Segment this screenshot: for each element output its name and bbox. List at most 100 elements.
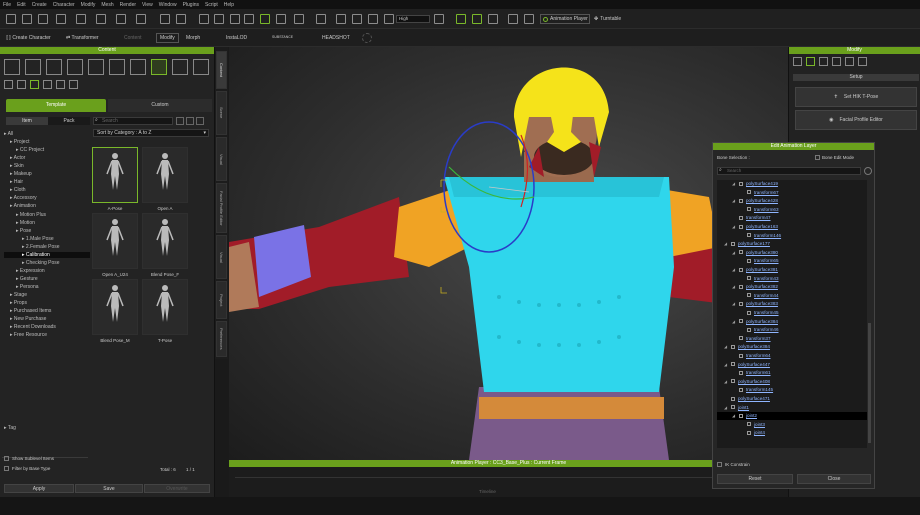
tree-item[interactable]: ▸ Tag (4, 425, 16, 431)
bone-name-link[interactable]: joint1 (738, 405, 749, 410)
side-tab-visual[interactable]: Visual (216, 137, 227, 181)
bone-name-link[interactable]: transform65 (754, 258, 779, 263)
bone-tree-row[interactable]: transform61 (717, 369, 867, 377)
collapse-arrow-icon[interactable]: ◢ (732, 198, 735, 203)
bone-name-link[interactable]: polySurface382 (746, 284, 778, 289)
morph-button[interactable]: Morph (186, 35, 200, 41)
settings-icon[interactable] (362, 33, 372, 43)
bone-name-link[interactable]: polySurface177 (738, 241, 770, 246)
bone-name-link[interactable]: polySurface471 (738, 396, 770, 401)
bone-tree-row[interactable]: transform145 (717, 386, 867, 394)
lips-icon[interactable] (69, 80, 78, 89)
actor-category-icon[interactable] (25, 59, 41, 75)
bone-tree-row[interactable]: ◢ polySurface428 (717, 197, 867, 205)
bone-checkbox-icon[interactable] (739, 301, 743, 306)
pose-icon[interactable] (488, 14, 498, 24)
bone-checkbox-icon[interactable] (739, 198, 743, 203)
bone-tree-row[interactable]: transform146 (717, 232, 867, 240)
menu-item[interactable]: Modify (81, 2, 96, 8)
bone-name-link[interactable]: polySurface384 (746, 319, 778, 324)
bone-name-link[interactable]: polySurface163 (746, 224, 778, 229)
search-input[interactable]: Search (93, 117, 173, 125)
bone-tree-row[interactable]: transform44 (717, 292, 867, 300)
setup-section-header[interactable]: Setup (793, 74, 919, 81)
bone-name-link[interactable]: transform61 (746, 370, 771, 375)
bone-tree-row[interactable]: polySurface471 (717, 395, 867, 403)
transformer-button[interactable]: ⇄ Transformer (66, 35, 99, 41)
bone-checkbox-icon[interactable] (731, 344, 735, 349)
bone-name-link[interactable]: joint2 (746, 413, 757, 418)
tree-item[interactable]: ▸ Accessory (10, 195, 37, 201)
bone-tree-row[interactable]: transform63 (717, 206, 867, 214)
bone-checkbox-icon[interactable] (731, 379, 735, 384)
bone-tree-row[interactable]: ◢ polySurface177 (717, 240, 867, 248)
tree-item[interactable]: ▸ Expression (16, 268, 45, 274)
character-gizmo-icon[interactable] (472, 14, 482, 24)
bone-checkbox-icon[interactable] (747, 327, 751, 332)
frame-icon[interactable] (336, 14, 346, 24)
hand-icon[interactable] (43, 80, 52, 89)
menu-item[interactable]: View (142, 2, 153, 8)
tree-item[interactable]: ▸ Pose (16, 228, 31, 234)
refresh-icon[interactable] (176, 117, 184, 125)
turntable-button[interactable]: ✤ Turntable (594, 14, 634, 24)
menu-item[interactable]: Render (120, 2, 136, 8)
bone-checkbox-icon[interactable] (747, 293, 751, 298)
cloth-category-icon[interactable] (88, 59, 104, 75)
accessory-category-icon[interactable] (109, 59, 125, 75)
bone-name-link[interactable]: transform44 (754, 293, 779, 298)
tree-item[interactable]: ▸ Skin (10, 163, 24, 169)
export-fbx-icon[interactable] (116, 14, 126, 24)
project-category-icon[interactable] (4, 59, 20, 75)
collapse-arrow-icon[interactable]: ◢ (724, 241, 727, 246)
bone-name-link[interactable]: transform63 (754, 207, 779, 212)
bone-tree-row[interactable]: ◢ polySurface447 (717, 361, 867, 369)
tree-item[interactable]: ▸ Persona (16, 284, 39, 290)
bone-tree-row[interactable]: transform46 (717, 326, 867, 334)
instalod-button[interactable]: InstaLOD (226, 35, 247, 41)
bone-name-link[interactable]: transform145 (746, 387, 773, 392)
side-tab-facial[interactable]: Facial Profile Editor (216, 183, 227, 233)
show-sublevel-checkbox[interactable]: Show Sublevel Items (4, 456, 54, 461)
bone-name-link[interactable]: polySurface408 (738, 379, 770, 384)
bone-tree-row[interactable]: ◢ polySurface384 (717, 318, 867, 326)
bone-tree-row[interactable]: transform37 (717, 335, 867, 343)
face-icon[interactable] (56, 80, 65, 89)
bone-tree-row[interactable]: transform47 (717, 214, 867, 222)
camera-icon[interactable] (136, 14, 146, 24)
tree-item[interactable]: ▸ Gesture (16, 276, 38, 282)
bone-checkbox-icon[interactable] (731, 405, 735, 410)
bone-search-input[interactable]: Search (717, 167, 861, 175)
bone-name-link[interactable]: polySurface381 (746, 267, 778, 272)
bone-checkbox-icon[interactable] (747, 422, 751, 427)
grid-icon[interactable] (368, 14, 378, 24)
bone-checkbox-icon[interactable] (731, 396, 735, 401)
tree-item[interactable]: ▸ Calibration (4, 251, 90, 258)
3d-viewport[interactable] (229, 47, 788, 460)
bone-tree-row[interactable]: ◢ polySurface384 (717, 343, 867, 351)
export-icon[interactable] (76, 14, 86, 24)
bone-checkbox-icon[interactable] (747, 207, 751, 212)
tree-item[interactable]: ▸ Recent Downloads (10, 324, 56, 330)
pose-thumbnail[interactable]: Open A_U24 (92, 213, 138, 277)
bone-edit-mode-checkbox[interactable]: Bone Edit Mode (815, 155, 854, 160)
timeline-track[interactable] (235, 477, 780, 478)
side-tab-project[interactable]: Project (216, 281, 227, 319)
menu-item[interactable]: Character (53, 2, 75, 8)
local-axis-icon[interactable] (294, 14, 304, 24)
open-folder-icon[interactable] (22, 14, 32, 24)
pose-thumbnail[interactable]: T-Pose (142, 279, 188, 343)
save-button[interactable]: Save (75, 484, 143, 493)
bone-name-link[interactable]: polySurface383 (746, 301, 778, 306)
zoom-icon[interactable] (352, 14, 362, 24)
bone-tree-row[interactable]: transform67 (717, 189, 867, 197)
tree-item[interactable]: ▸ Cloth (10, 187, 26, 193)
tree-item[interactable]: ▸ All (4, 131, 13, 137)
tree-item[interactable]: ▸ Project (10, 139, 29, 145)
collapse-arrow-icon[interactable]: ◢ (732, 267, 735, 272)
tree-item[interactable]: ▸ Animation (10, 203, 36, 209)
overwrite-button[interactable]: Overwrite (144, 484, 210, 493)
bone-checkbox-icon[interactable] (739, 250, 743, 255)
create-character-button[interactable]: ⟦⟧ Create Character (6, 35, 51, 41)
bone-checkbox-icon[interactable] (739, 413, 743, 418)
